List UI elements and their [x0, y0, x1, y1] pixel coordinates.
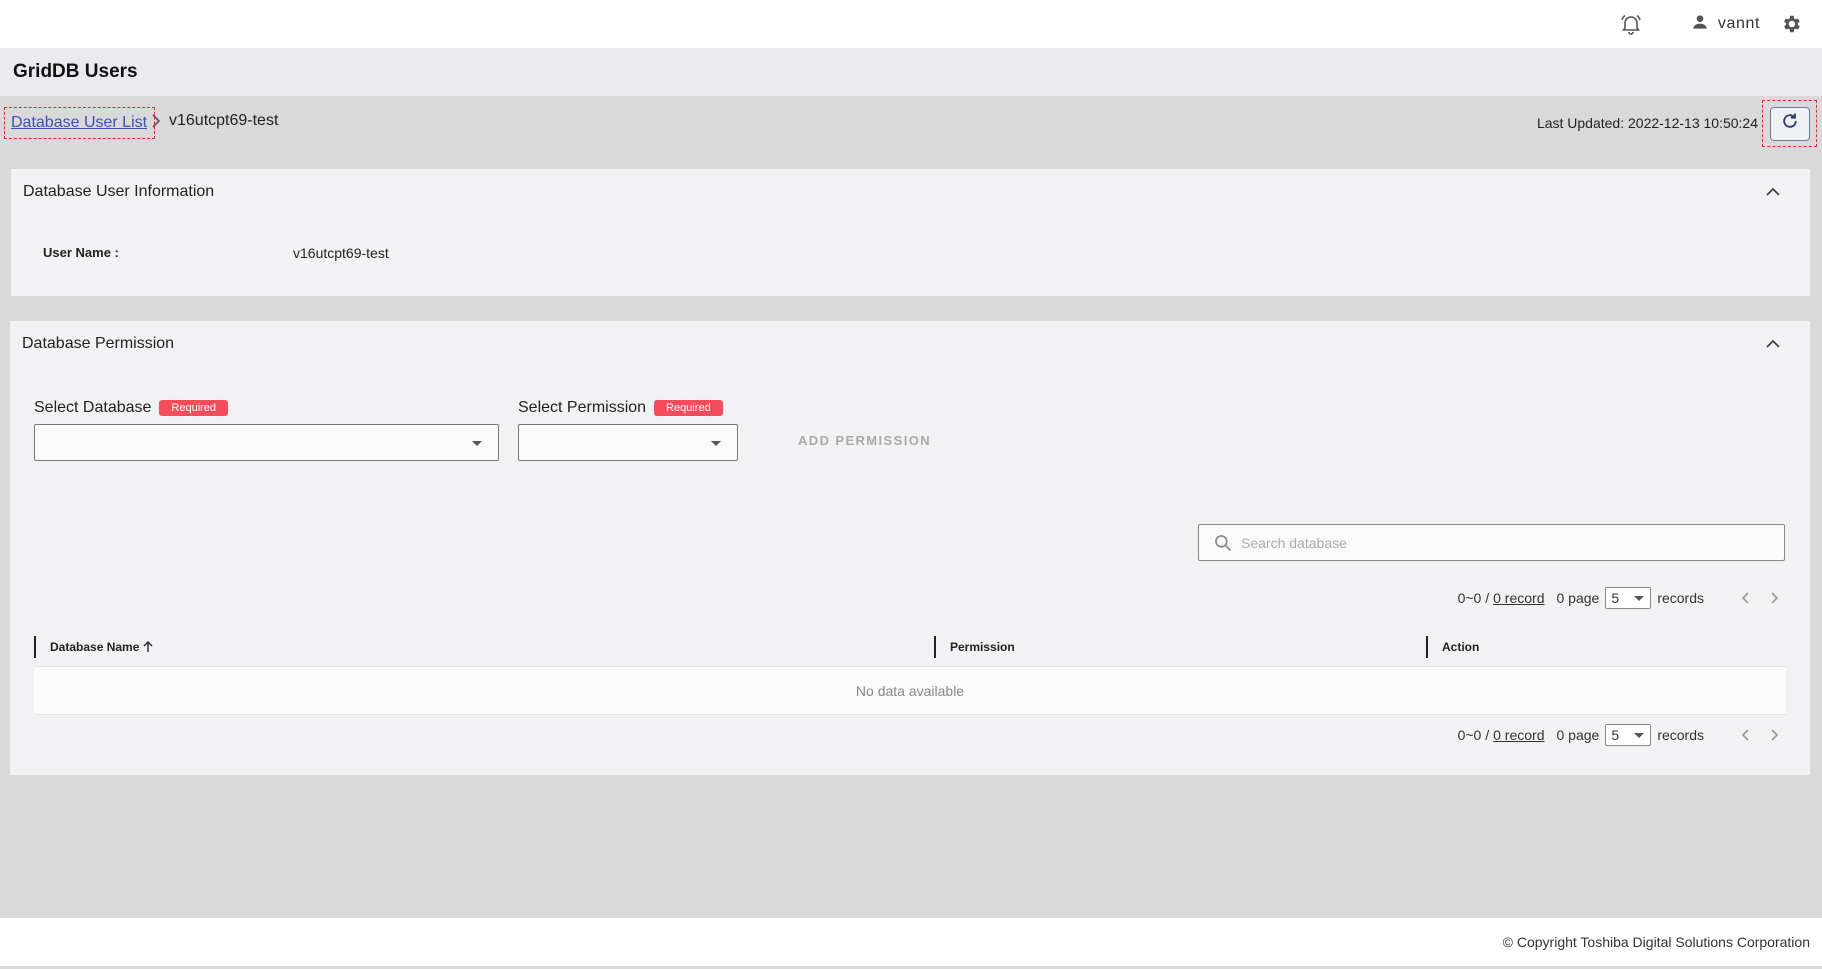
- select-permission-label: Select Permission Required: [518, 399, 723, 417]
- user-info-panel: Database User Information User Name : v1…: [11, 169, 1810, 296]
- caret-down-icon: [711, 441, 721, 446]
- permission-table: Database Name Permission Action No data …: [34, 628, 1786, 715]
- arrow-up-icon: [142, 640, 154, 653]
- refresh-icon: [1780, 111, 1800, 136]
- breadcrumb: Database User List v16utcpt69-test Last …: [0, 96, 1822, 148]
- pager-record-link[interactable]: 0 record: [1493, 590, 1544, 606]
- pager-top: 0~0 / 0 record 0 page 5 records: [1458, 587, 1786, 609]
- copyright-text: © Copyright Toshiba Digital Solutions Co…: [1502, 934, 1810, 950]
- table-empty-row: No data available: [34, 666, 1786, 715]
- chevron-left-icon[interactable]: [1734, 724, 1756, 746]
- add-permission-button[interactable]: ADD PERMISSION: [798, 433, 931, 448]
- column-header-database-name[interactable]: Database Name: [34, 636, 154, 658]
- user-name-value: v16utcpt69-test: [293, 245, 389, 261]
- column-header-permission: Permission: [934, 636, 1015, 658]
- search-database-input[interactable]: [1241, 534, 1741, 551]
- pager-record-link[interactable]: 0 record: [1493, 727, 1544, 743]
- breadcrumb-current: v16utcpt69-test: [169, 112, 279, 129]
- table-header: Database Name Permission Action: [34, 628, 1786, 666]
- search-icon: [1213, 533, 1233, 553]
- select-database-label-text: Select Database: [34, 399, 152, 416]
- page-size-select[interactable]: 5: [1605, 724, 1652, 746]
- user-menu[interactable]: vannt: [1690, 12, 1760, 37]
- user-name-label: User Name :: [43, 245, 119, 260]
- refresh-highlight: [1762, 100, 1817, 147]
- chevron-left-icon[interactable]: [1734, 587, 1756, 609]
- person-icon: [1690, 12, 1710, 37]
- permission-panel: Database Permission Select Database Requ…: [10, 321, 1810, 775]
- select-database-label: Select Database Required: [34, 399, 229, 417]
- chevron-up-icon[interactable]: [1762, 333, 1784, 355]
- pager-records-text: records: [1657, 727, 1704, 743]
- page-title: GridDB Users: [13, 61, 138, 82]
- pager-range: 0~0 /: [1457, 590, 1490, 606]
- chevron-right-icon: [151, 114, 161, 131]
- page-size-select[interactable]: 5: [1605, 587, 1652, 609]
- column-header-label: Action: [1442, 640, 1480, 654]
- select-permission-dropdown[interactable]: [518, 424, 738, 461]
- refresh-button[interactable]: [1769, 106, 1810, 141]
- page-size-value: 5: [1611, 727, 1620, 743]
- footer: © Copyright Toshiba Digital Solutions Co…: [0, 918, 1822, 966]
- pager-page-text: 0 page: [1556, 590, 1600, 606]
- pager-bottom: 0~0 / 0 record 0 page 5 records: [1458, 724, 1786, 746]
- gear-icon[interactable]: [1778, 11, 1804, 37]
- select-permission-label-text: Select Permission: [518, 399, 647, 416]
- required-badge: Required: [159, 400, 229, 416]
- pager-records-text: records: [1657, 590, 1704, 606]
- permission-title: Database Permission: [22, 335, 175, 352]
- column-header-action: Action: [1426, 636, 1479, 658]
- last-updated-text: Last Updated: 2022-12-13 10:50:24: [1536, 115, 1758, 131]
- chevron-up-icon[interactable]: [1762, 181, 1784, 203]
- pager-range: 0~0 /: [1457, 727, 1490, 743]
- required-badge: Required: [654, 400, 723, 416]
- chevron-right-icon[interactable]: [1764, 724, 1786, 746]
- caret-down-icon: [1634, 733, 1645, 738]
- caret-down-icon: [472, 441, 482, 446]
- user-info-title: Database User Information: [23, 183, 215, 200]
- bell-icon[interactable]: [1616, 9, 1646, 39]
- pager-page-text: 0 page: [1556, 727, 1600, 743]
- select-database-dropdown[interactable]: [34, 424, 499, 461]
- column-header-label: Database Name: [50, 640, 140, 654]
- page-header: GridDB Users: [0, 48, 1822, 96]
- search-database-field[interactable]: [1198, 524, 1785, 561]
- breadcrumb-link-user-list[interactable]: Database User List: [4, 107, 155, 139]
- caret-down-icon: [1634, 596, 1645, 601]
- chevron-right-icon[interactable]: [1764, 587, 1786, 609]
- top-app-bar: vannt: [0, 0, 1822, 48]
- column-header-label: Permission: [950, 640, 1015, 654]
- no-data-text: No data available: [855, 682, 965, 699]
- username: vannt: [1717, 15, 1760, 32]
- page-size-value: 5: [1611, 590, 1620, 606]
